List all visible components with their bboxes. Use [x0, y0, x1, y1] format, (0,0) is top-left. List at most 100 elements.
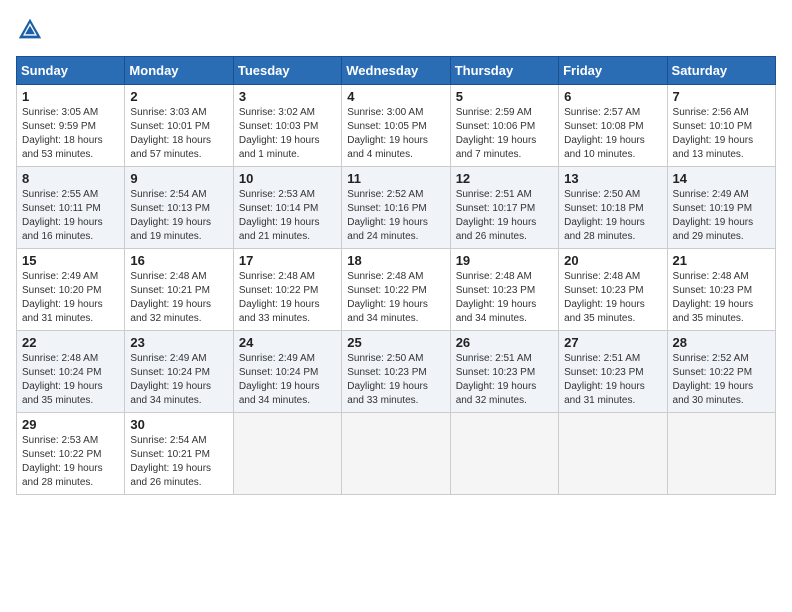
calendar-cell: [342, 413, 450, 495]
calendar-cell: 7 Sunrise: 2:56 AM Sunset: 10:10 PM Dayl…: [667, 85, 775, 167]
calendar-cell: 3 Sunrise: 3:02 AM Sunset: 10:03 PM Dayl…: [233, 85, 341, 167]
day-number: 19: [456, 253, 553, 268]
day-info: Sunrise: 2:52 AM Sunset: 10:22 PM Daylig…: [673, 352, 770, 408]
day-number: 26: [456, 335, 553, 350]
calendar-cell: [233, 413, 341, 495]
day-number: 6: [564, 89, 661, 104]
day-number: 16: [130, 253, 227, 268]
day-number: 21: [673, 253, 770, 268]
day-info: Sunrise: 2:49 AM Sunset: 10:20 PM Daylig…: [22, 270, 119, 326]
day-info: Sunrise: 2:48 AM Sunset: 10:22 PM Daylig…: [239, 270, 336, 326]
logo: [16, 16, 48, 44]
day-info: Sunrise: 2:50 AM Sunset: 10:23 PM Daylig…: [347, 352, 444, 408]
day-number: 29: [22, 417, 119, 432]
calendar-cell: 10 Sunrise: 2:53 AM Sunset: 10:14 PM Day…: [233, 167, 341, 249]
day-number: 20: [564, 253, 661, 268]
calendar-cell: 19 Sunrise: 2:48 AM Sunset: 10:23 PM Day…: [450, 249, 558, 331]
col-header-sunday: Sunday: [17, 57, 125, 85]
day-number: 9: [130, 171, 227, 186]
calendar-cell: 29 Sunrise: 2:53 AM Sunset: 10:22 PM Day…: [17, 413, 125, 495]
day-info: Sunrise: 2:48 AM Sunset: 10:23 PM Daylig…: [673, 270, 770, 326]
day-number: 25: [347, 335, 444, 350]
calendar-cell: 25 Sunrise: 2:50 AM Sunset: 10:23 PM Day…: [342, 331, 450, 413]
day-info: Sunrise: 2:49 AM Sunset: 10:24 PM Daylig…: [239, 352, 336, 408]
calendar-cell: 1 Sunrise: 3:05 AM Sunset: 9:59 PM Dayli…: [17, 85, 125, 167]
logo-icon: [16, 16, 44, 44]
col-header-thursday: Thursday: [450, 57, 558, 85]
day-info: Sunrise: 2:48 AM Sunset: 10:23 PM Daylig…: [456, 270, 553, 326]
calendar-cell: 12 Sunrise: 2:51 AM Sunset: 10:17 PM Day…: [450, 167, 558, 249]
day-info: Sunrise: 3:03 AM Sunset: 10:01 PM Daylig…: [130, 106, 227, 162]
day-info: Sunrise: 2:51 AM Sunset: 10:23 PM Daylig…: [564, 352, 661, 408]
calendar-cell: 23 Sunrise: 2:49 AM Sunset: 10:24 PM Day…: [125, 331, 233, 413]
day-info: Sunrise: 3:00 AM Sunset: 10:05 PM Daylig…: [347, 106, 444, 162]
day-info: Sunrise: 2:51 AM Sunset: 10:17 PM Daylig…: [456, 188, 553, 244]
calendar-cell: 5 Sunrise: 2:59 AM Sunset: 10:06 PM Dayl…: [450, 85, 558, 167]
calendar-cell: 24 Sunrise: 2:49 AM Sunset: 10:24 PM Day…: [233, 331, 341, 413]
day-number: 12: [456, 171, 553, 186]
calendar-cell: 22 Sunrise: 2:48 AM Sunset: 10:24 PM Day…: [17, 331, 125, 413]
calendar-cell: 28 Sunrise: 2:52 AM Sunset: 10:22 PM Day…: [667, 331, 775, 413]
day-number: 13: [564, 171, 661, 186]
day-info: Sunrise: 3:05 AM Sunset: 9:59 PM Dayligh…: [22, 106, 119, 162]
day-info: Sunrise: 2:54 AM Sunset: 10:21 PM Daylig…: [130, 434, 227, 490]
day-number: 8: [22, 171, 119, 186]
day-number: 22: [22, 335, 119, 350]
day-number: 17: [239, 253, 336, 268]
day-info: Sunrise: 2:57 AM Sunset: 10:08 PM Daylig…: [564, 106, 661, 162]
calendar-cell: 17 Sunrise: 2:48 AM Sunset: 10:22 PM Day…: [233, 249, 341, 331]
day-number: 4: [347, 89, 444, 104]
day-info: Sunrise: 2:48 AM Sunset: 10:23 PM Daylig…: [564, 270, 661, 326]
day-info: Sunrise: 2:52 AM Sunset: 10:16 PM Daylig…: [347, 188, 444, 244]
calendar-cell: [450, 413, 558, 495]
day-info: Sunrise: 2:51 AM Sunset: 10:23 PM Daylig…: [456, 352, 553, 408]
calendar-cell: 30 Sunrise: 2:54 AM Sunset: 10:21 PM Day…: [125, 413, 233, 495]
calendar-cell: 26 Sunrise: 2:51 AM Sunset: 10:23 PM Day…: [450, 331, 558, 413]
calendar-cell: 8 Sunrise: 2:55 AM Sunset: 10:11 PM Dayl…: [17, 167, 125, 249]
day-number: 14: [673, 171, 770, 186]
day-info: Sunrise: 2:56 AM Sunset: 10:10 PM Daylig…: [673, 106, 770, 162]
calendar-cell: 18 Sunrise: 2:48 AM Sunset: 10:22 PM Day…: [342, 249, 450, 331]
day-number: 18: [347, 253, 444, 268]
col-header-saturday: Saturday: [667, 57, 775, 85]
calendar-week-row: 15 Sunrise: 2:49 AM Sunset: 10:20 PM Day…: [17, 249, 776, 331]
calendar-cell: 20 Sunrise: 2:48 AM Sunset: 10:23 PM Day…: [559, 249, 667, 331]
day-number: 15: [22, 253, 119, 268]
calendar-table: SundayMondayTuesdayWednesdayThursdayFrid…: [16, 56, 776, 495]
day-info: Sunrise: 2:53 AM Sunset: 10:14 PM Daylig…: [239, 188, 336, 244]
day-info: Sunrise: 2:53 AM Sunset: 10:22 PM Daylig…: [22, 434, 119, 490]
col-header-wednesday: Wednesday: [342, 57, 450, 85]
calendar-cell: 14 Sunrise: 2:49 AM Sunset: 10:19 PM Day…: [667, 167, 775, 249]
calendar-cell: 4 Sunrise: 3:00 AM Sunset: 10:05 PM Dayl…: [342, 85, 450, 167]
calendar-cell: 11 Sunrise: 2:52 AM Sunset: 10:16 PM Day…: [342, 167, 450, 249]
day-info: Sunrise: 2:48 AM Sunset: 10:22 PM Daylig…: [347, 270, 444, 326]
calendar-cell: 21 Sunrise: 2:48 AM Sunset: 10:23 PM Day…: [667, 249, 775, 331]
day-number: 28: [673, 335, 770, 350]
day-info: Sunrise: 2:49 AM Sunset: 10:24 PM Daylig…: [130, 352, 227, 408]
calendar-week-row: 29 Sunrise: 2:53 AM Sunset: 10:22 PM Day…: [17, 413, 776, 495]
calendar-cell: 13 Sunrise: 2:50 AM Sunset: 10:18 PM Day…: [559, 167, 667, 249]
calendar-cell: 6 Sunrise: 2:57 AM Sunset: 10:08 PM Dayl…: [559, 85, 667, 167]
day-info: Sunrise: 2:54 AM Sunset: 10:13 PM Daylig…: [130, 188, 227, 244]
day-number: 7: [673, 89, 770, 104]
day-number: 3: [239, 89, 336, 104]
day-number: 23: [130, 335, 227, 350]
calendar-week-row: 8 Sunrise: 2:55 AM Sunset: 10:11 PM Dayl…: [17, 167, 776, 249]
day-number: 10: [239, 171, 336, 186]
col-header-monday: Monday: [125, 57, 233, 85]
day-number: 27: [564, 335, 661, 350]
calendar-week-row: 1 Sunrise: 3:05 AM Sunset: 9:59 PM Dayli…: [17, 85, 776, 167]
calendar-cell: 9 Sunrise: 2:54 AM Sunset: 10:13 PM Dayl…: [125, 167, 233, 249]
day-info: Sunrise: 2:48 AM Sunset: 10:21 PM Daylig…: [130, 270, 227, 326]
calendar-week-row: 22 Sunrise: 2:48 AM Sunset: 10:24 PM Day…: [17, 331, 776, 413]
calendar-cell: 2 Sunrise: 3:03 AM Sunset: 10:01 PM Dayl…: [125, 85, 233, 167]
calendar-header-row: SundayMondayTuesdayWednesdayThursdayFrid…: [17, 57, 776, 85]
col-header-friday: Friday: [559, 57, 667, 85]
calendar-cell: [667, 413, 775, 495]
day-info: Sunrise: 3:02 AM Sunset: 10:03 PM Daylig…: [239, 106, 336, 162]
day-number: 1: [22, 89, 119, 104]
day-number: 2: [130, 89, 227, 104]
page-header: [16, 16, 776, 44]
day-info: Sunrise: 2:59 AM Sunset: 10:06 PM Daylig…: [456, 106, 553, 162]
day-number: 5: [456, 89, 553, 104]
